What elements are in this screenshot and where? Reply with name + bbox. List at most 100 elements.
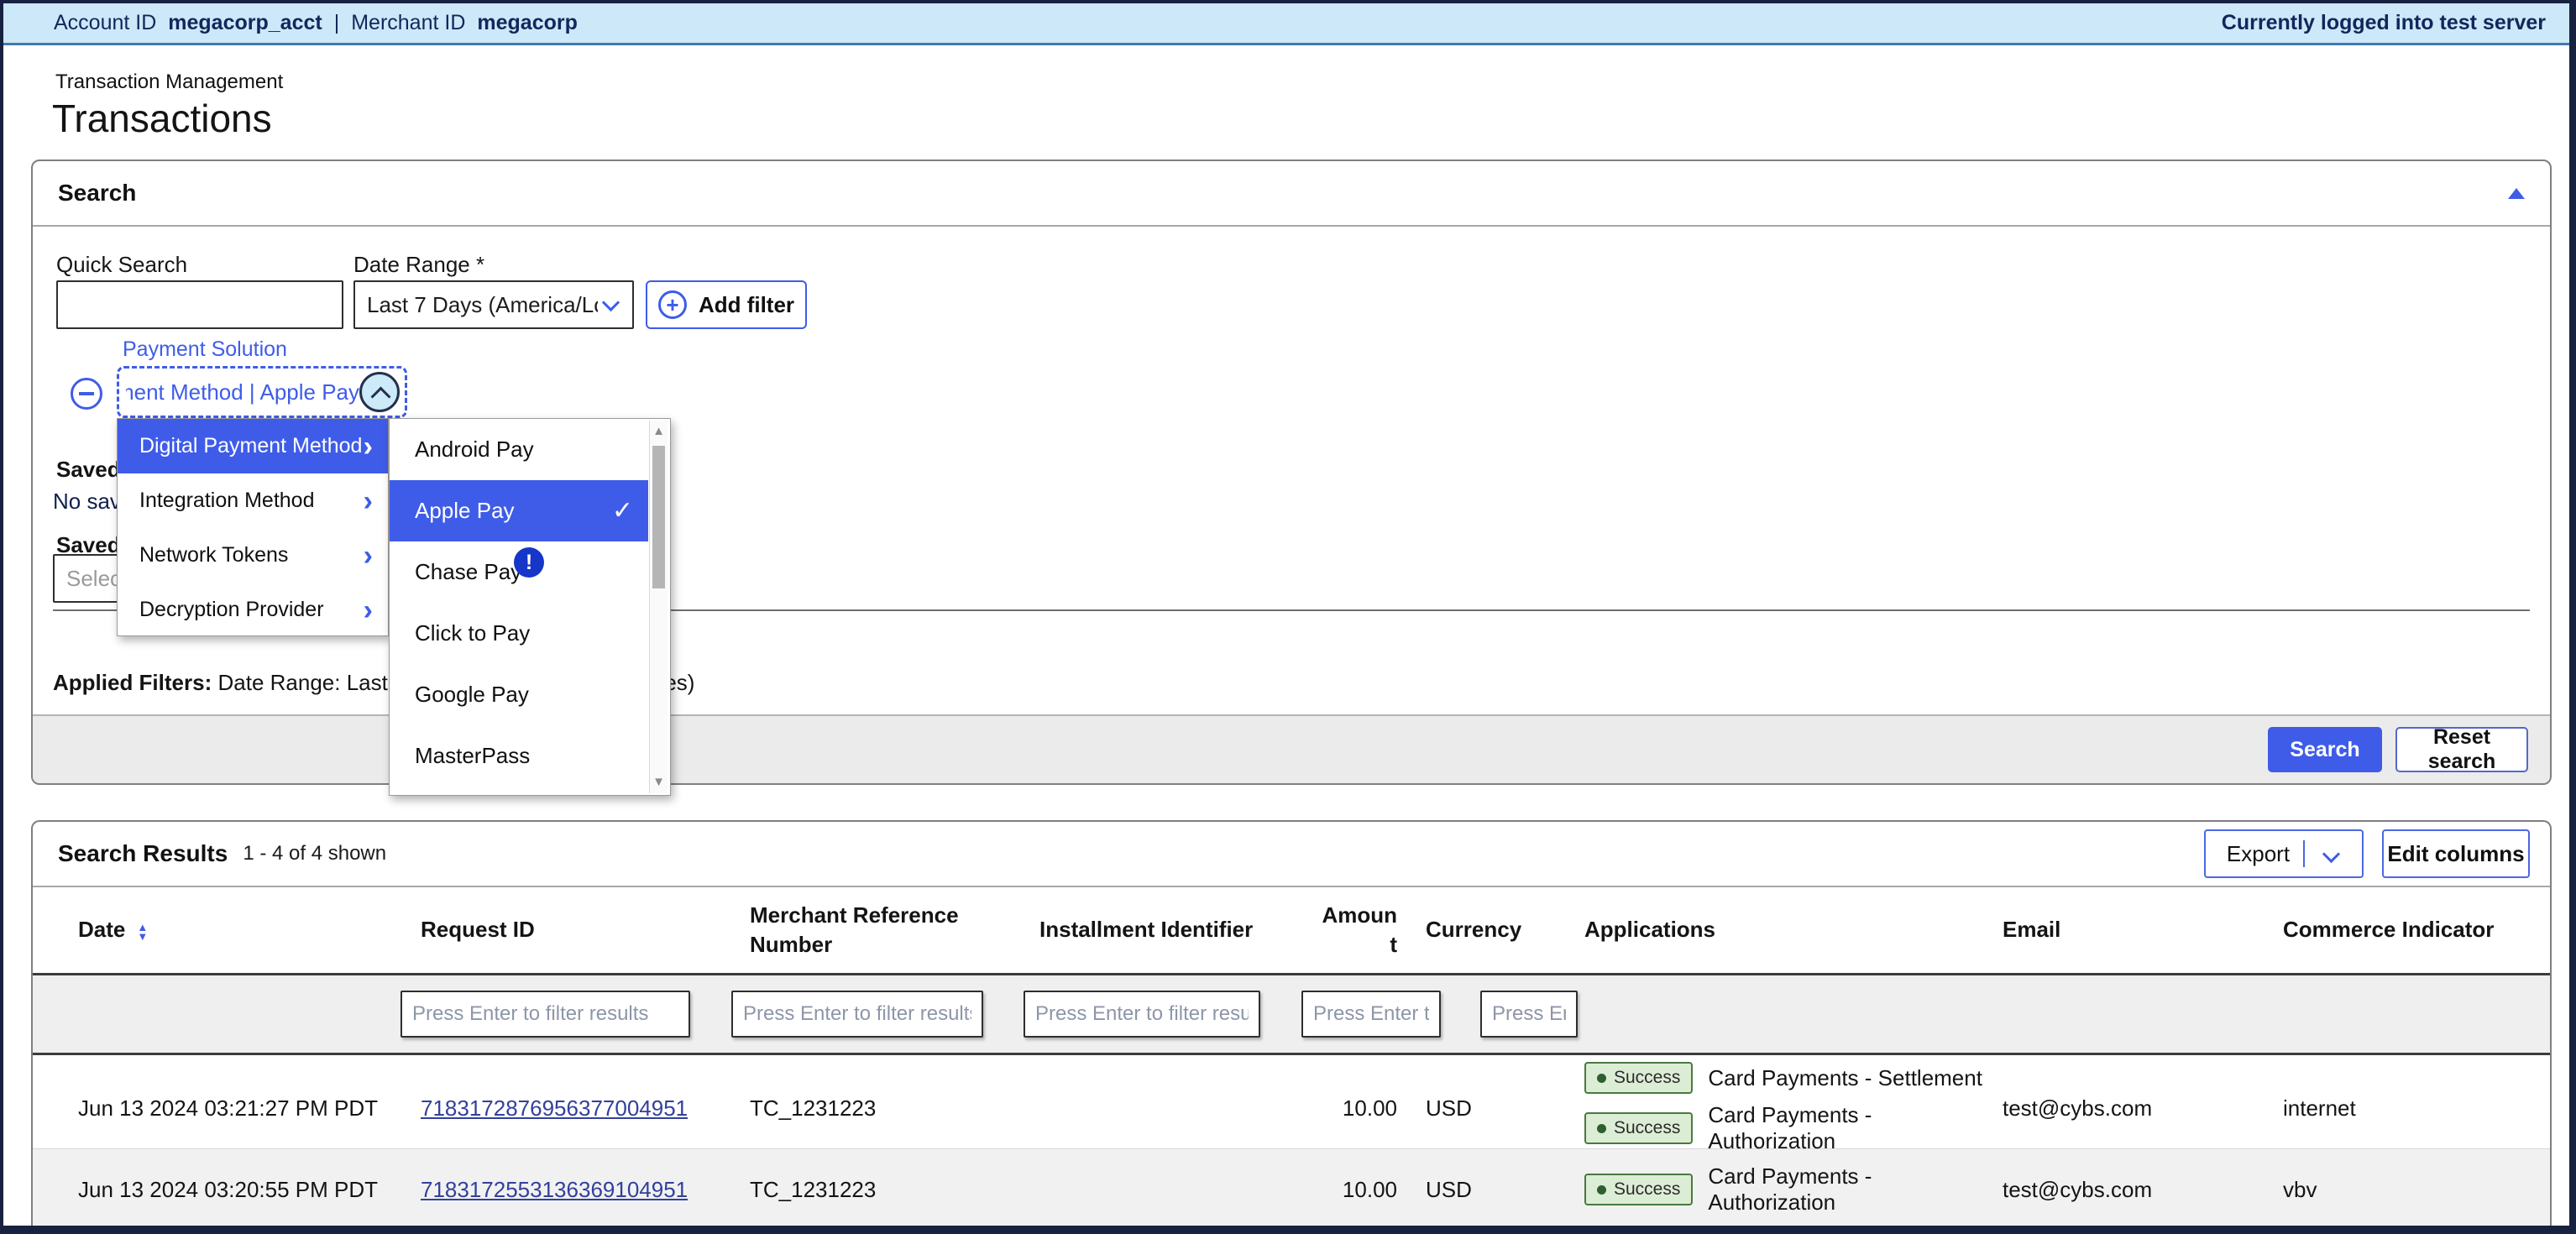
table-row-partial[interactable] — [33, 1230, 2550, 1234]
col-header-amount: Amount — [1295, 901, 1404, 959]
plus-circle-icon: + — [658, 290, 687, 319]
remove-filter-button[interactable] — [71, 378, 102, 410]
chevron-right-icon: › — [364, 541, 373, 570]
filter-category-menu: Digital Payment Method › Integration Met… — [117, 418, 389, 636]
menu-item-integration-method[interactable]: Integration Method › — [118, 473, 388, 528]
submenu-item-masterpass[interactable]: MasterPass — [390, 725, 648, 787]
export-label: Export — [2227, 841, 2290, 867]
sort-icon[interactable]: ▲▼ — [137, 923, 148, 941]
cell-merchant-reference: TC_1231223 — [728, 1095, 1018, 1122]
results-count: 1 - 4 of 4 shown — [243, 842, 386, 865]
chevron-right-icon: › — [364, 596, 373, 625]
cell-commerce-indicator: vbv — [2264, 1177, 2550, 1203]
submenu-item-click-to-pay[interactable]: Click to Pay — [390, 603, 648, 664]
menu-item-network-tokens[interactable]: Network Tokens › — [118, 528, 388, 583]
merchant-id-label: Merchant ID — [351, 11, 465, 35]
cell-applications: Success Card Payments - Authorization — [1576, 1157, 1996, 1222]
date-range-select[interactable]: Last 7 Days (America/Los_Angeles) — [353, 280, 634, 329]
request-id-link[interactable]: 7183172553136369104951 — [421, 1177, 688, 1202]
submenu-item-android-pay[interactable]: Android Pay — [390, 419, 648, 480]
filter-input-currency[interactable] — [1480, 991, 1578, 1038]
merchant-id-value: megacorp — [477, 11, 577, 35]
payment-method-submenu: Android Pay Apple Pay ✓ Chase Pay Click … — [389, 418, 671, 796]
table-row[interactable]: Jun 13 2024 03:20:55 PM PDT 718317255313… — [33, 1149, 2550, 1230]
applied-filters-label: Applied Filters: — [53, 670, 212, 695]
col-header-applications: Applications — [1576, 915, 1996, 944]
cell-merchant-reference: TC_1231223 — [728, 1177, 1018, 1203]
chip-value: Digital Payment Method | Apple Pay — [126, 379, 359, 405]
add-filter-label: Add filter — [699, 292, 794, 318]
account-merchant-info: Account ID megacorp_acct | Merchant ID m… — [54, 11, 578, 35]
scroll-down-icon[interactable]: ▼ — [650, 771, 668, 793]
account-id-value: megacorp_acct — [168, 11, 322, 35]
separator: | — [334, 11, 340, 35]
search-results-panel: Search Results 1 - 4 of 4 shown Export E… — [31, 820, 2552, 1234]
status-badge: Success — [1584, 1112, 1693, 1144]
menu-item-digital-payment-method[interactable]: Digital Payment Method › — [118, 419, 388, 473]
breadcrumb: Transaction Management — [55, 71, 283, 94]
payment-solution-chip[interactable]: Digital Payment Method | Apple Pay — [117, 366, 407, 418]
menu-item-decryption-provider[interactable]: Decryption Provider › — [118, 583, 388, 637]
chevron-up-toggle-icon[interactable] — [359, 372, 400, 412]
cell-email: test@cybs.com — [1996, 1095, 2264, 1122]
top-bar: Account ID megacorp_acct | Merchant ID m… — [3, 3, 2569, 45]
submenu-item-apple-pay[interactable]: Apple Pay ✓ — [390, 480, 648, 541]
payment-solution-label: Payment Solution — [123, 337, 287, 362]
search-panel-header: Search — [33, 161, 2550, 227]
add-filter-button[interactable]: + Add filter — [646, 280, 807, 329]
filter-input-merchant-reference[interactable] — [731, 991, 983, 1038]
results-header: Search Results 1 - 4 of 4 shown Export E… — [33, 822, 2550, 887]
search-button[interactable]: Search — [2268, 727, 2382, 772]
submenu-item-google-pay[interactable]: Google Pay — [390, 664, 648, 725]
filter-input-installment-identifier[interactable] — [1024, 991, 1260, 1038]
account-id-label: Account ID — [54, 11, 156, 35]
chevron-right-icon: › — [364, 432, 373, 461]
chevron-down-icon — [602, 293, 620, 311]
reset-search-button[interactable]: Reset search — [2395, 727, 2528, 772]
cell-commerce-indicator: internet — [2264, 1095, 2550, 1122]
submenu-scrollbar[interactable]: ▲ ▼ — [649, 421, 668, 793]
collapse-caret-icon[interactable] — [2508, 188, 2525, 199]
col-header-date[interactable]: Date▲▼ — [56, 915, 399, 944]
status-dot-icon — [1597, 1185, 1606, 1195]
application-label: Card Payments - Authorization — [1708, 1102, 1996, 1154]
cell-email: test@cybs.com — [1996, 1177, 2264, 1203]
col-header-merchant-reference-number: Merchant Reference Number — [728, 901, 1018, 959]
col-header-commerce-indicator: Commerce Indicator — [2264, 915, 2550, 944]
app-window: Account ID megacorp_acct | Merchant ID m… — [0, 0, 2576, 1234]
button-divider — [2303, 840, 2305, 867]
request-id-link[interactable]: 7183172876956377004951 — [421, 1095, 688, 1121]
edit-columns-button[interactable]: Edit columns — [2382, 829, 2530, 878]
status-badge: Success — [1584, 1062, 1693, 1094]
chevron-right-icon: › — [364, 487, 373, 515]
date-range-value: Last 7 Days (America/Los_Angeles) — [367, 292, 598, 318]
col-header-installment-identifier: Installment Identifier — [1018, 915, 1295, 944]
search-panel-title: Search — [58, 180, 136, 207]
table-header-row: Date▲▼ Request ID Merchant Reference Num… — [33, 887, 2550, 973]
table-filter-row — [33, 975, 2550, 1053]
chevron-down-icon[interactable] — [2322, 844, 2340, 862]
date-range-label: Date Range * — [353, 252, 484, 278]
cell-currency: USD — [1404, 1177, 1576, 1203]
cell-currency: USD — [1404, 1095, 1576, 1122]
filter-input-amount[interactable] — [1301, 991, 1441, 1038]
export-button[interactable]: Export — [2204, 829, 2364, 878]
col-header-request-id: Request ID — [399, 915, 728, 944]
col-header-currency: Currency — [1404, 915, 1576, 944]
quick-search-input[interactable] — [56, 280, 343, 329]
cell-amount: 10.00 — [1295, 1095, 1404, 1122]
status-badge: Success — [1584, 1174, 1693, 1205]
filter-input-request-id[interactable] — [401, 991, 690, 1038]
table-row[interactable]: Jun 13 2024 03:21:27 PM PDT 718317287695… — [33, 1055, 2550, 1149]
application-label: Card Payments - Authorization — [1708, 1163, 1996, 1216]
cell-date: Jun 13 2024 03:20:55 PM PDT — [56, 1177, 399, 1203]
status-dot-icon — [1597, 1074, 1606, 1083]
page-title: Transactions — [52, 96, 272, 141]
scroll-up-icon[interactable]: ▲ — [650, 421, 668, 442]
quick-search-label: Quick Search — [56, 252, 187, 278]
server-status: Currently logged into test server — [2222, 11, 2546, 35]
status-dot-icon — [1597, 1124, 1606, 1133]
search-panel: Search Quick Search Date Range * Last 7 … — [31, 159, 2552, 785]
checkmark-icon: ✓ — [612, 496, 633, 525]
scrollbar-thumb[interactable] — [652, 446, 665, 588]
